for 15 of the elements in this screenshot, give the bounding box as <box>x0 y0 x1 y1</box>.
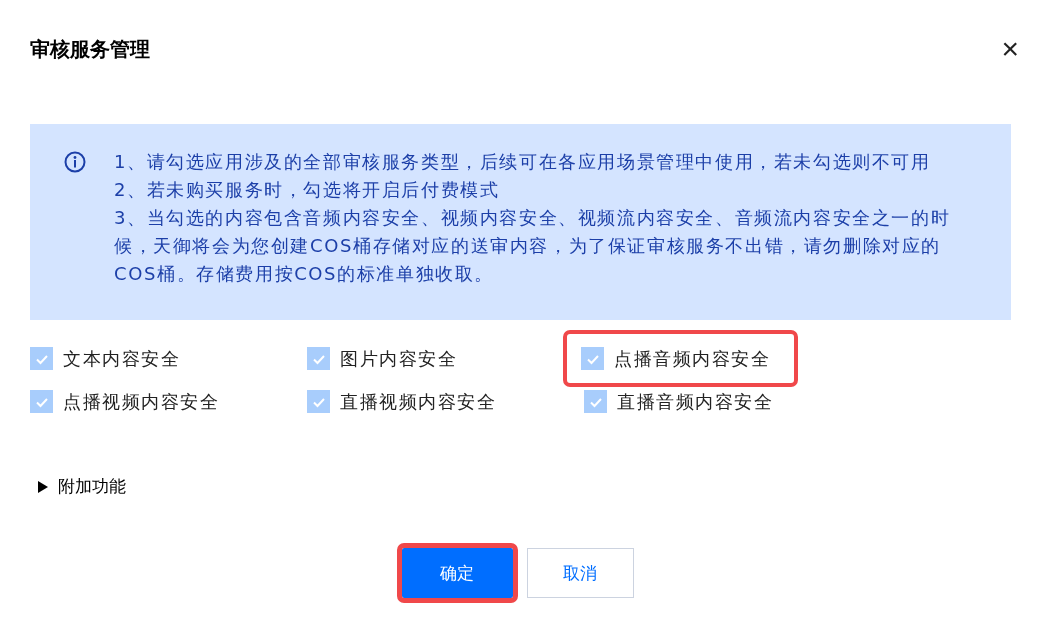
notice-text: 2、若未购买服务时，勾选将开启后付费模式 <box>114 178 501 202</box>
close-button[interactable]: × <box>1001 34 1019 64</box>
caret-icon[interactable] <box>38 480 48 493</box>
notice-text: 1、请勾选应用涉及的全部审核服务类型，后续可在各应用场景管理中使用，若未勾选则不可用 <box>114 150 932 174</box>
notice-text: 3、当勾选的内容包含音频内容安全、视频内容安全、视频流内容安全、音频流内容安全之一的时候，天御将会为您创建COS桶存储对应的送审内容，为了保证审核服务不出错，请勿删除对应的COS桶。存储费用按COS的标准单独收取。 <box>114 206 952 286</box>
section-toggle[interactable]: 附加功能 <box>58 475 126 498</box>
checkbox-label: 文本内容安全 <box>63 346 180 371</box>
checkbox-label: 直播音频内容安全 <box>617 389 773 414</box>
checkbox-label: 图片内容安全 <box>340 346 457 371</box>
dialog-title: 审核服务管理 <box>30 35 150 63</box>
checkbox-label: 点播视频内容安全 <box>63 389 219 414</box>
checkbox-label: 点播音频内容安全 <box>614 346 770 371</box>
info-icon <box>64 151 86 173</box>
cancel-button[interactable]: 取消 <box>526 548 634 598</box>
checkbox-label: 直播视频内容安全 <box>340 389 496 414</box>
